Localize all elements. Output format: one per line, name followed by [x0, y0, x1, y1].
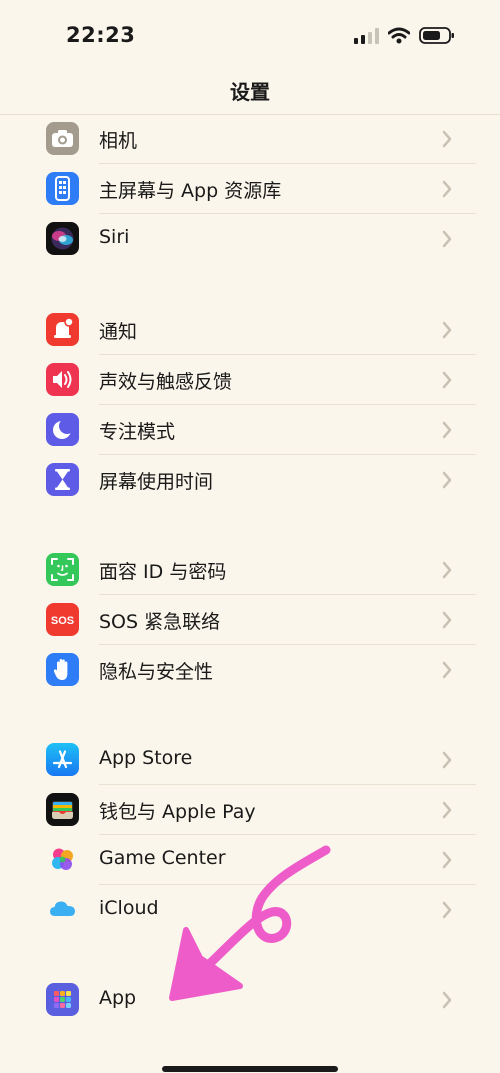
apps-grid-icon	[46, 983, 79, 1016]
siri-icon	[46, 222, 79, 255]
settings-row-label: 隐私与安全性	[99, 661, 214, 683]
chevron-right-icon	[442, 751, 452, 769]
settings-row-notifications[interactable]: 通知	[0, 305, 500, 355]
chevron-right-icon	[442, 471, 452, 489]
wallet-icon	[46, 793, 79, 826]
sounds-icon	[46, 363, 79, 396]
settings-row-apps[interactable]: App	[0, 975, 500, 1025]
icloud-icon	[46, 893, 79, 926]
chevron-right-icon	[442, 561, 452, 579]
settings-row-privacy[interactable]: 隐私与安全性	[0, 645, 500, 695]
settings-row-focus[interactable]: 专注模式	[0, 405, 500, 455]
settings-row-label: 屏幕使用时间	[99, 471, 214, 493]
settings-row-home-screen[interactable]: 主屏幕与 App 资源库	[0, 164, 500, 214]
chevron-right-icon	[442, 801, 452, 819]
settings-row-label: Siri	[99, 226, 130, 248]
sos-icon-text: SOS	[51, 615, 74, 627]
chevron-right-icon	[442, 230, 452, 248]
settings-row-app-store[interactable]: App Store	[0, 735, 500, 785]
settings-row-label: iCloud	[99, 897, 159, 919]
settings-row-siri[interactable]: Siri	[0, 214, 500, 264]
settings-row-label: 专注模式	[99, 421, 176, 443]
settings-row-sounds[interactable]: 声效与触感反馈	[0, 355, 500, 405]
settings-row-icloud[interactable]: iCloud	[0, 885, 500, 935]
settings-row-screen-time[interactable]: 屏幕使用时间	[0, 455, 500, 505]
chevron-right-icon	[442, 851, 452, 869]
settings-row-wallet[interactable]: 钱包与 Apple Pay	[0, 785, 500, 835]
notifications-icon	[46, 313, 79, 346]
chevron-right-icon	[442, 611, 452, 629]
settings-row-label: App Store	[99, 747, 193, 769]
camera-icon	[46, 122, 79, 155]
chevron-right-icon	[442, 661, 452, 679]
chevron-right-icon	[442, 321, 452, 339]
settings-row-label: 钱包与 Apple Pay	[99, 801, 256, 823]
chevron-right-icon	[442, 371, 452, 389]
settings-row-label: Game Center	[99, 847, 226, 869]
settings-list: 相机 主屏幕与 App 资源库 Siri 通知 声效与触感反馈 专注模式 屏幕使…	[0, 0, 500, 1073]
privacy-hand-icon	[46, 653, 79, 686]
chevron-right-icon	[442, 130, 452, 148]
settings-row-emergency-sos[interactable]: SOS SOS 紧急联络	[0, 595, 500, 645]
home-screen-icon	[46, 172, 79, 205]
app-store-icon	[46, 743, 79, 776]
focus-moon-icon	[46, 413, 79, 446]
settings-row-label: 面容 ID 与密码	[99, 561, 227, 583]
sos-icon: SOS	[46, 603, 79, 636]
settings-row-label: 相机	[99, 130, 138, 152]
settings-row-label: App	[99, 987, 137, 1009]
game-center-icon	[46, 843, 79, 876]
settings-row-label: 通知	[99, 321, 138, 343]
face-id-icon	[46, 553, 79, 586]
chevron-right-icon	[442, 901, 452, 919]
home-indicator	[162, 1066, 338, 1072]
chevron-right-icon	[442, 991, 452, 1009]
settings-row-face-id[interactable]: 面容 ID 与密码	[0, 545, 500, 595]
chevron-right-icon	[442, 421, 452, 439]
settings-row-game-center[interactable]: Game Center	[0, 835, 500, 885]
settings-row-label: 声效与触感反馈	[99, 371, 233, 393]
settings-row-camera[interactable]: 相机	[0, 114, 500, 164]
chevron-right-icon	[442, 180, 452, 198]
hourglass-icon	[46, 463, 79, 496]
settings-row-label: SOS 紧急联络	[99, 611, 221, 633]
settings-row-label: 主屏幕与 App 资源库	[99, 180, 282, 202]
